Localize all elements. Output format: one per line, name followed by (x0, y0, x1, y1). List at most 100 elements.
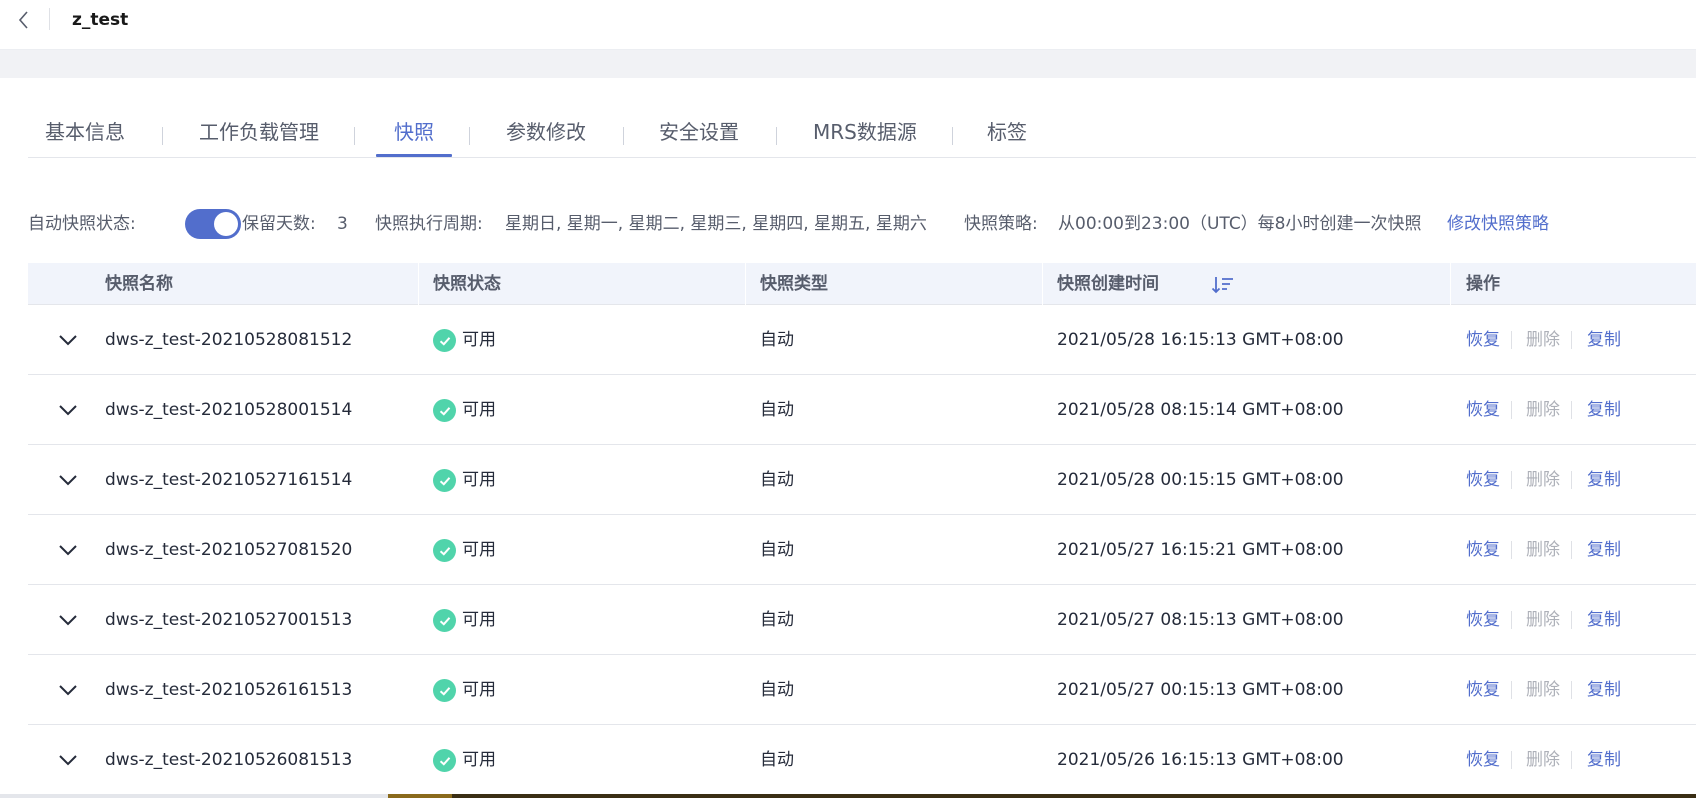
delete-button[interactable]: 删除 (1526, 725, 1560, 795)
chevron-down-icon[interactable] (56, 328, 80, 352)
col-header-created: 快照创建时间 (1057, 274, 1159, 294)
snapshot-type: 自动 (760, 750, 794, 770)
action-divider (1571, 401, 1572, 419)
restore-button[interactable]: 恢复 (1466, 445, 1500, 515)
tab-separator (469, 127, 470, 145)
chevron-down-icon[interactable] (56, 678, 80, 702)
copy-button[interactable]: 复制 (1587, 585, 1621, 655)
policy-label: 快照策略: (964, 214, 1038, 234)
retention-value: 3 (337, 214, 348, 234)
action-divider (1571, 681, 1572, 699)
restore-button[interactable]: 恢复 (1466, 655, 1500, 725)
delete-button[interactable]: 删除 (1526, 585, 1560, 655)
restore-button[interactable]: 恢复 (1466, 375, 1500, 445)
action-divider (1571, 751, 1572, 769)
table-row: dws-z_test-20210528081512 可用 自动 2021/05/… (28, 305, 1696, 375)
check-circle-icon (433, 329, 456, 352)
auto-snapshot-toggle[interactable] (185, 209, 241, 239)
active-tab-indicator (376, 154, 452, 157)
restore-button[interactable]: 恢复 (1466, 585, 1500, 655)
check-circle-icon (433, 399, 456, 422)
chevron-down-icon[interactable] (56, 468, 80, 492)
tab-workload[interactable]: 工作负载管理 (199, 118, 319, 146)
snapshot-type: 自动 (760, 610, 794, 630)
delete-button[interactable]: 删除 (1526, 445, 1560, 515)
policy-value: 从00:00到23:00（UTC）每8小时创建一次快照 (1058, 214, 1422, 234)
table-header: 快照名称 快照状态 快照类型 快照创建时间 操作 (28, 263, 1696, 305)
snapshot-name: dws-z_test-20210526081513 (105, 750, 353, 770)
retention-label: 保留天数: (242, 214, 316, 234)
tab-snapshot[interactable]: 快照 (394, 118, 434, 146)
snapshot-created-time: 2021/05/28 08:15:14 GMT+08:00 (1057, 400, 1344, 420)
snapshot-type: 自动 (760, 330, 794, 350)
snapshot-policy-info: 自动快照状态: 保留天数: 3 快照执行周期: 星期日, 星期一, 星期二, 星… (28, 208, 1696, 240)
action-divider (1511, 401, 1512, 419)
tab-tags[interactable]: 标签 (987, 118, 1027, 146)
tab-basic-info[interactable]: 基本信息 (45, 118, 125, 146)
check-circle-icon (433, 609, 456, 632)
tab-security[interactable]: 安全设置 (659, 118, 739, 146)
column-divider (1450, 263, 1451, 305)
chevron-down-icon[interactable] (56, 398, 80, 422)
tab-separator (162, 127, 163, 145)
copy-button[interactable]: 复制 (1587, 725, 1621, 795)
snapshot-type: 自动 (760, 400, 794, 420)
snapshot-type: 自动 (760, 680, 794, 700)
col-header-actions: 操作 (1466, 274, 1500, 294)
snapshot-status: 可用 (462, 680, 496, 700)
tab-bar: 基本信息 工作负载管理 快照 参数修改 安全设置 MRS数据源 标签 (28, 112, 1696, 158)
action-divider (1511, 681, 1512, 699)
delete-button[interactable]: 删除 (1526, 655, 1560, 725)
action-divider (1511, 541, 1512, 559)
table-row: dws-z_test-20210527001513 可用 自动 2021/05/… (28, 585, 1696, 655)
action-divider (1511, 471, 1512, 489)
chevron-down-icon[interactable] (56, 748, 80, 772)
check-circle-icon (433, 469, 456, 492)
tab-params[interactable]: 参数修改 (506, 118, 586, 146)
column-divider (745, 263, 746, 305)
copy-button[interactable]: 复制 (1587, 445, 1621, 515)
snapshot-status: 可用 (462, 400, 496, 420)
modify-policy-link[interactable]: 修改快照策略 (1447, 208, 1549, 240)
delete-button[interactable]: 删除 (1526, 305, 1560, 375)
column-divider (1042, 263, 1043, 305)
action-divider (1571, 471, 1572, 489)
delete-button[interactable]: 删除 (1526, 375, 1560, 445)
toggle-knob (214, 212, 238, 236)
sort-desc-icon[interactable] (1211, 275, 1235, 295)
copy-button[interactable]: 复制 (1587, 375, 1621, 445)
page-title: z_test (72, 10, 129, 30)
page-header: z_test (0, 0, 1696, 49)
tab-mrs[interactable]: MRS数据源 (813, 118, 917, 146)
check-circle-icon (433, 679, 456, 702)
snapshot-created-time: 2021/05/26 16:15:13 GMT+08:00 (1057, 750, 1344, 770)
table-row: dws-z_test-20210527161514 可用 自动 2021/05/… (28, 445, 1696, 515)
action-divider (1511, 611, 1512, 629)
copy-button[interactable]: 复制 (1587, 305, 1621, 375)
table-row: dws-z_test-20210526161513 可用 自动 2021/05/… (28, 655, 1696, 725)
bottom-edge-gold (388, 794, 452, 798)
tab-separator (776, 127, 777, 145)
restore-button[interactable]: 恢复 (1466, 515, 1500, 585)
snapshot-name: dws-z_test-20210528081512 (105, 330, 353, 350)
col-header-name: 快照名称 (105, 274, 173, 294)
back-button[interactable] (12, 8, 36, 32)
action-divider (1511, 751, 1512, 769)
chevron-down-icon[interactable] (56, 608, 80, 632)
copy-button[interactable]: 复制 (1587, 655, 1621, 725)
snapshot-status: 可用 (462, 470, 496, 490)
restore-button[interactable]: 恢复 (1466, 725, 1500, 795)
snapshot-created-time: 2021/05/27 00:15:13 GMT+08:00 (1057, 680, 1344, 700)
restore-button[interactable]: 恢复 (1466, 305, 1500, 375)
column-divider (418, 263, 419, 305)
chevron-down-icon[interactable] (56, 538, 80, 562)
delete-button[interactable]: 删除 (1526, 515, 1560, 585)
snapshot-type: 自动 (760, 470, 794, 490)
snapshot-name: dws-z_test-20210526161513 (105, 680, 353, 700)
snapshot-created-time: 2021/05/27 16:15:21 GMT+08:00 (1057, 540, 1344, 560)
tab-separator (623, 127, 624, 145)
snapshot-status: 可用 (462, 540, 496, 560)
action-divider (1511, 331, 1512, 349)
col-header-type: 快照类型 (760, 274, 828, 294)
copy-button[interactable]: 复制 (1587, 515, 1621, 585)
